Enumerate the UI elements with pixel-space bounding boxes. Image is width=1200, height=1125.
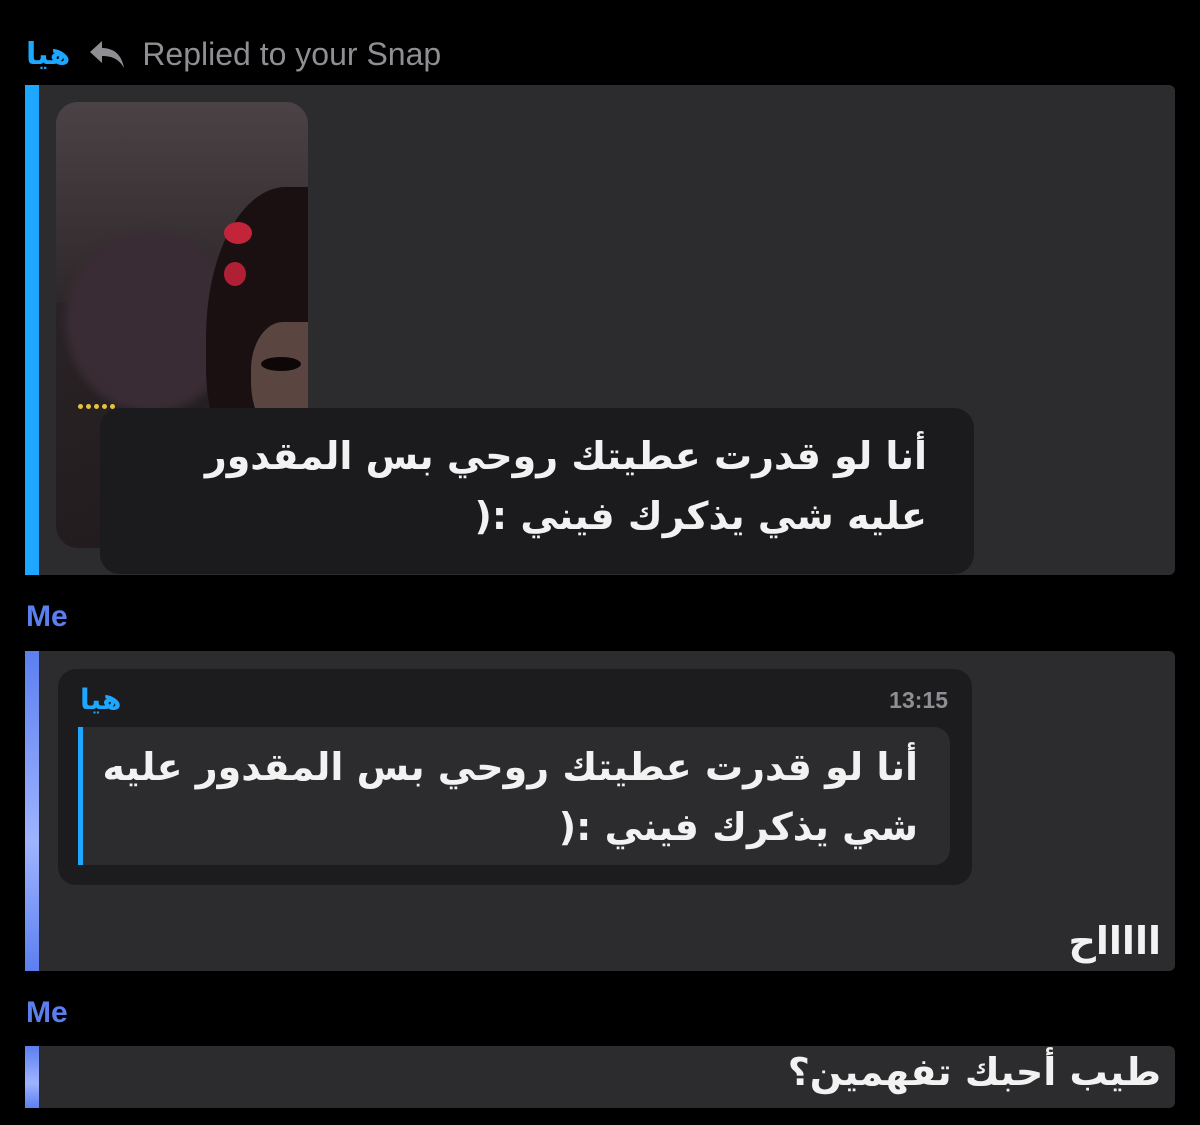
friend-accent-bar xyxy=(25,85,39,575)
me-accent-bar xyxy=(25,1046,39,1108)
quoted-timestamp: 13:15 xyxy=(889,687,948,713)
quoted-text-box: أنا لو قدرت عطيتك روحي بس المقدور عليه ش… xyxy=(78,727,950,865)
my-message[interactable]: طيب أحبك تفهمين؟ xyxy=(25,1046,1175,1108)
quoted-message-card[interactable]: هيا 13:15 أنا لو قدرت عطيتك روحي بس المق… xyxy=(58,669,972,885)
header-row: هيا Replied to your Snap xyxy=(26,30,441,78)
me-label: Me xyxy=(26,600,68,633)
replied-to-snap-label: Replied to your Snap xyxy=(142,35,442,72)
me-label: Me xyxy=(26,996,68,1029)
message-text: طيب أحبك تفهمين؟ xyxy=(787,1050,1161,1094)
quote-accent-bar xyxy=(78,727,83,865)
snap-caption-bubble: أنا لو قدرت عطيتك روحي بس المقدور عليه ش… xyxy=(100,408,974,574)
snap-reply-message[interactable]: أنا لو قدرت عطيتك روحي بس المقدور عليه ش… xyxy=(25,85,1175,575)
reply-arrow-icon xyxy=(88,36,128,72)
message-text: اااااح xyxy=(1068,919,1161,963)
quoted-sender-name: هيا xyxy=(80,683,122,716)
me-accent-bar xyxy=(25,651,39,971)
snap-caption-text: أنا لو قدرت عطيتك روحي بس المقدور عليه ش… xyxy=(204,434,927,538)
sender-name[interactable]: هيا xyxy=(26,37,70,72)
quoted-text: أنا لو قدرت عطيتك روحي بس المقدور عليه ش… xyxy=(102,745,918,849)
my-reply-message[interactable]: هيا 13:15 أنا لو قدرت عطيتك روحي بس المق… xyxy=(25,651,1175,971)
